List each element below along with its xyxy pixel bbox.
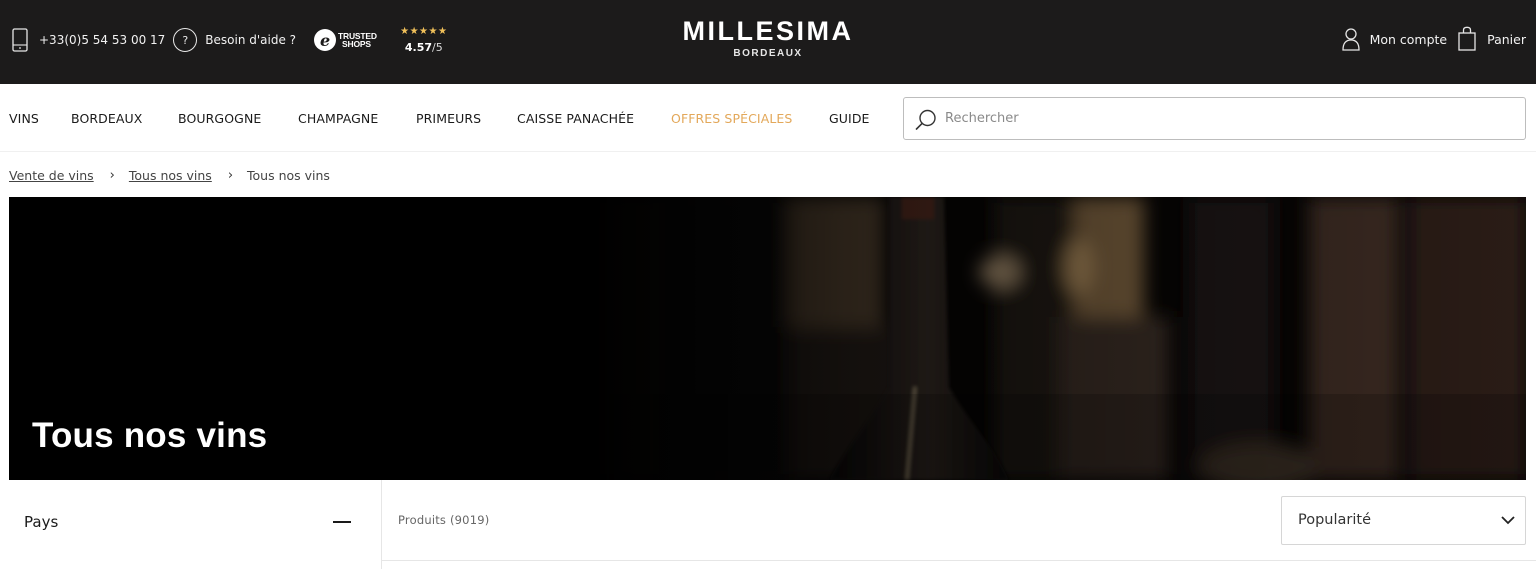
nav-item-champagne[interactable]: CHAMPAGNE xyxy=(298,111,378,126)
filter-country-label[interactable]: Pays xyxy=(24,513,58,531)
nav-item-bourgogne[interactable]: BOURGOGNE xyxy=(178,111,261,126)
search-box[interactable] xyxy=(903,97,1526,140)
nav-item-primeurs[interactable]: PRIMEURS xyxy=(416,111,481,126)
breadcrumb-separator-icon: › xyxy=(109,167,115,183)
filter-panel: Pays xyxy=(0,480,382,569)
logo-main: MILLESIMA xyxy=(682,16,854,46)
breadcrumb-item-tous-nos-vins[interactable]: Tous nos vins xyxy=(129,168,212,183)
breadcrumb-separator-icon: › xyxy=(227,167,234,183)
nav-item-offres-speciales[interactable]: OFFRES SPÉCIALES xyxy=(671,111,792,126)
search-icon[interactable] xyxy=(914,108,938,132)
top-bar: +33(0)5 54 53 00 17 ? Besoin d'aide ? e … xyxy=(0,0,1536,84)
account-link[interactable]: Mon compte xyxy=(1370,32,1448,47)
logo-sub: BORDEAUX xyxy=(733,48,803,59)
breadcrumb-current: Tous nos vins xyxy=(247,167,330,183)
nav-item-guide[interactable]: GUIDE xyxy=(829,111,870,126)
breadcrumb-item-vente-de-vins[interactable]: Vente de vins xyxy=(9,168,94,183)
main-nav: VINS BORDEAUX BOURGOGNE CHAMPAGNE PRIMEU… xyxy=(0,84,1536,152)
user-icon[interactable] xyxy=(1341,26,1361,52)
site-logo[interactable]: MILLESIMA BORDEAUX xyxy=(0,17,1536,59)
nav-item-caisse-panachee[interactable]: CAISSE PANACHÉE xyxy=(517,111,634,126)
product-count: Produits (9019) xyxy=(398,513,490,527)
page-title: Tous nos vins xyxy=(32,416,268,455)
minus-icon[interactable] xyxy=(333,521,351,523)
bag-icon[interactable] xyxy=(1457,26,1477,52)
breadcrumb: Vente de vins › Tous nos vins › Tous nos… xyxy=(9,166,330,184)
divider xyxy=(382,560,1536,561)
cart-link[interactable]: Panier xyxy=(1487,32,1526,47)
sort-selected-value: Popularité xyxy=(1298,512,1372,528)
nav-item-vins[interactable]: VINS xyxy=(9,111,39,126)
hero-banner: Tous nos vins xyxy=(9,197,1526,480)
account-area: Mon compte Panier xyxy=(1341,26,1526,52)
search-input[interactable] xyxy=(945,106,1505,130)
nav-item-bordeaux[interactable]: BORDEAUX xyxy=(71,111,142,126)
sort-select[interactable]: Popularité xyxy=(1281,496,1526,545)
chevron-down-icon xyxy=(1501,516,1515,525)
